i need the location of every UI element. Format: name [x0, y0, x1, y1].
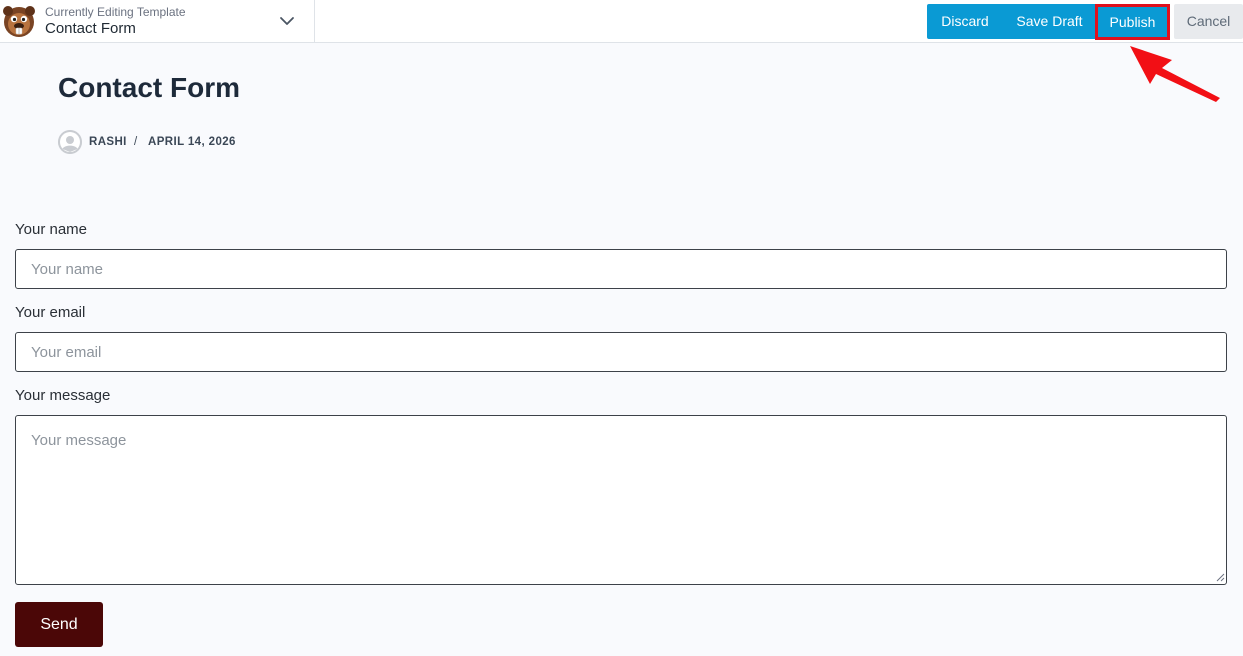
builder-toolbar: Currently Editing Template Contact Form … — [0, 0, 1243, 43]
email-label: Your email — [15, 304, 86, 321]
name-label: Your name — [15, 221, 87, 238]
name-input[interactable] — [15, 249, 1227, 289]
resize-handle-icon[interactable] — [1216, 573, 1225, 582]
publish-button[interactable]: Publish — [1095, 4, 1170, 40]
email-input[interactable] — [15, 332, 1227, 372]
message-textarea[interactable] — [15, 415, 1227, 585]
chevron-down-icon[interactable] — [279, 14, 295, 28]
beaver-logo-icon — [3, 6, 35, 37]
template-caption: Currently Editing Template — [45, 5, 186, 19]
page-builder-screen: Currently Editing Template Contact Form … — [0, 0, 1243, 656]
discard-button[interactable]: Discard — [927, 4, 1003, 39]
template-name: Contact Form — [45, 20, 136, 37]
message-label: Your message — [15, 387, 111, 404]
page-title: Contact Form — [58, 72, 240, 103]
user-avatar-icon — [58, 130, 82, 154]
post-author[interactable]: RASHI — [89, 136, 127, 148]
template-switcher[interactable]: Currently Editing Template Contact Form — [0, 0, 315, 42]
meta-separator: / — [134, 136, 138, 148]
send-button[interactable]: Send — [15, 602, 103, 647]
post-date: APRIL 14, 2026 — [148, 136, 236, 148]
annotation-arrow-icon — [1130, 46, 1220, 102]
save-draft-button[interactable]: Save Draft — [1003, 4, 1096, 39]
cancel-button[interactable]: Cancel — [1174, 4, 1243, 39]
avatar — [58, 130, 82, 154]
